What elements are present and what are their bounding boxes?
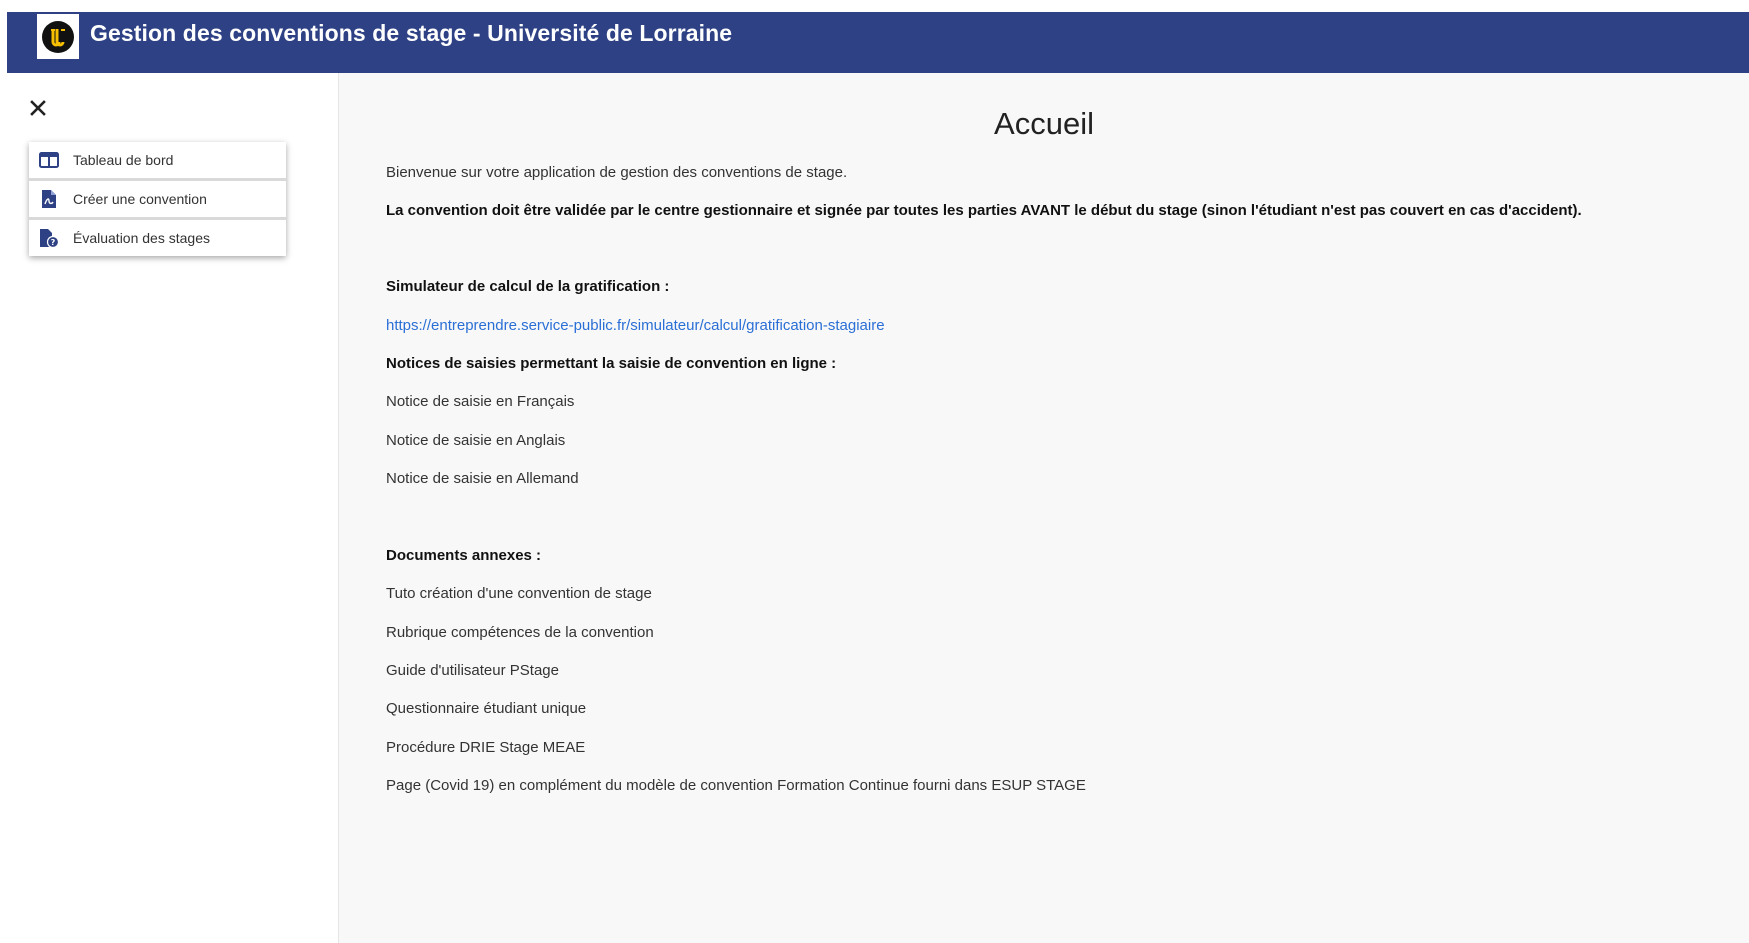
sidebar-item-evaluation-stages[interactable]: ? Évaluation des stages (29, 220, 286, 256)
pdf-document-icon (37, 187, 61, 211)
sidebar-item-tableau-de-bord[interactable]: Tableau de bord (29, 142, 286, 181)
document-link[interactable]: Page (Covid 19) en complément du modèle … (386, 777, 1086, 794)
document-link[interactable]: Tuto création d'une convention de stage (386, 585, 652, 602)
logo-disc (42, 20, 74, 53)
notice-allemand-link[interactable]: Notice de saisie en Allemand (386, 470, 579, 487)
document-link[interactable]: Procédure DRIE Stage MEAE (386, 739, 585, 756)
logo-mark-icon (51, 28, 65, 46)
welcome-text: Bienvenue sur votre application de gesti… (386, 164, 848, 181)
sidebar-menu: Tableau de bord Créer une convention ? É… (29, 142, 286, 256)
sidebar-item-label: Tableau de bord (73, 152, 174, 168)
document-link[interactable]: Rubrique compétences de la convention (386, 624, 654, 641)
documents-heading: Documents annexes : (386, 547, 542, 564)
file-question-icon: ? (37, 226, 61, 250)
dashboard-icon (37, 148, 61, 172)
app-window: Gestion des conventions de stage - Unive… (7, 12, 1749, 943)
universite-de-lorraine-logo[interactable] (37, 14, 79, 59)
sidebar-item-creer-convention[interactable]: Créer une convention (29, 181, 286, 220)
close-icon (30, 100, 46, 116)
top-app-bar: Gestion des conventions de stage - Unive… (7, 12, 1749, 73)
document-link[interactable]: Guide d'utilisateur PStage (386, 662, 559, 679)
notice-francais-link[interactable]: Notice de saisie en Français (386, 393, 574, 410)
main-content: Accueil Bienvenue sur votre application … (339, 73, 1749, 943)
simulator-heading: Simulateur de calcul de la gratification… (386, 278, 670, 295)
document-link[interactable]: Questionnaire étudiant unique (386, 700, 586, 717)
sidebar-item-label: Évaluation des stages (73, 230, 210, 246)
simulator-link[interactable]: https://entreprendre.service-public.fr/s… (386, 317, 885, 334)
notice-anglais-link[interactable]: Notice de saisie en Anglais (386, 432, 565, 449)
sidebar-item-label: Créer une convention (73, 191, 207, 207)
notices-heading: Notices de saisies permettant la saisie … (386, 355, 837, 372)
svg-text:?: ? (51, 238, 56, 247)
sidebar: Tableau de bord Créer une convention ? É… (7, 73, 338, 943)
warning-text: La convention doit être validée par le c… (386, 202, 1582, 219)
page-title: Accueil (994, 106, 1094, 141)
app-title: Gestion des conventions de stage - Unive… (90, 20, 733, 46)
close-sidebar-button[interactable] (27, 97, 49, 119)
